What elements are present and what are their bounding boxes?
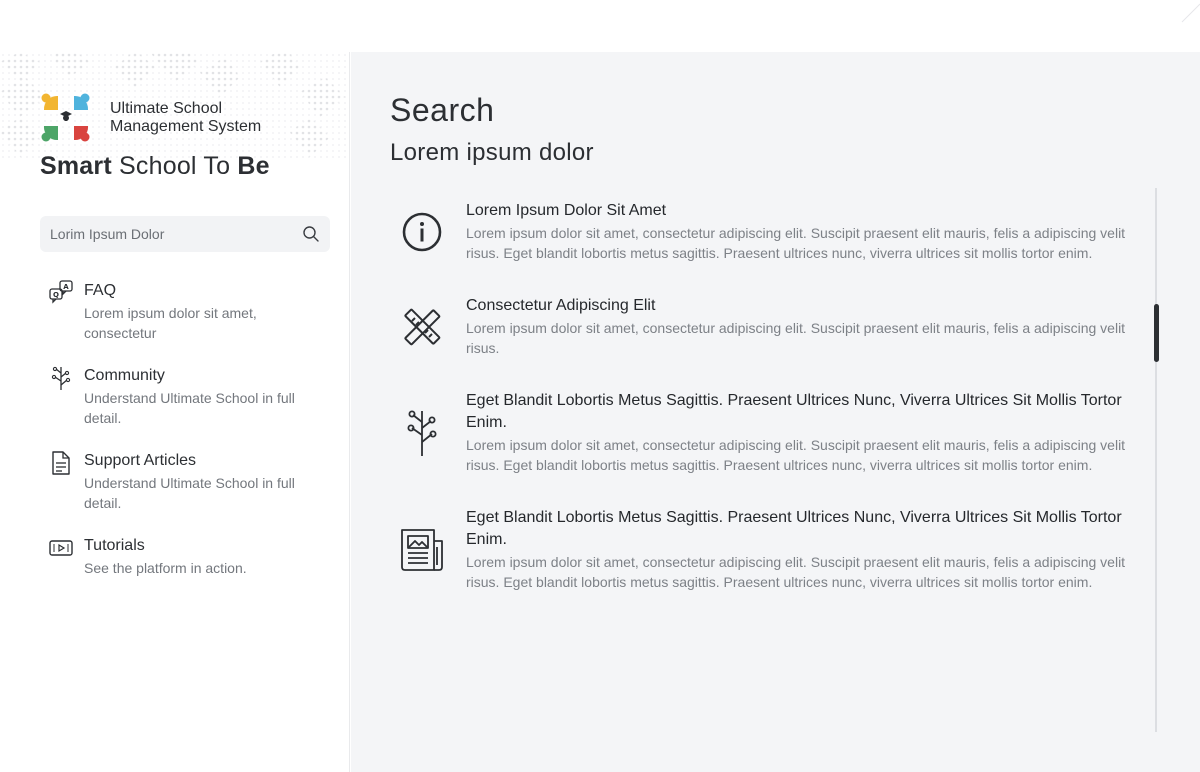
search-result[interactable]: Eget Blandit Lobortis Metus Sagittis. Pr… [390, 507, 1130, 592]
svg-text:Q: Q [53, 291, 59, 299]
search-result-title[interactable]: Consectetur Adipiscing Elit [466, 295, 1126, 317]
search-result[interactable]: Consectetur Adipiscing Elit Lorem ipsum … [390, 295, 1130, 358]
community-icon [51, 366, 71, 390]
sidebar-item-label: FAQ [84, 282, 117, 299]
sidebar-item-description: See the platform in action. [84, 560, 247, 576]
document-icon [52, 451, 70, 475]
search-result-title[interactable]: Lorem Ipsum Dolor Sit Amet [466, 200, 1126, 222]
scrollbar-thumb[interactable] [1154, 304, 1159, 362]
svg-text:A: A [63, 283, 69, 291]
design-tools-icon [404, 308, 441, 345]
sidebar-item-label: Tutorials [84, 537, 145, 554]
corner-decoration [1181, 3, 1200, 23]
sidebar-item-community[interactable]: Community Understand Ultimate School in … [48, 365, 328, 428]
info-icon [402, 212, 442, 251]
tagline: Smart School To Be [40, 152, 270, 181]
brand[interactable]: Ultimate School Management System [40, 92, 261, 144]
search-icon[interactable] [302, 225, 320, 243]
sidebar-nav: A Q FAQ Lorem ipsum dolor sit amet, cons… [48, 280, 328, 600]
sidebar-search [40, 216, 330, 252]
search-result-description: Lorem ipsum dolor sit amet, consectetur … [466, 225, 1126, 261]
brand-name: Ultimate School Management System [110, 100, 261, 136]
tagline-bold-2: Be [237, 152, 270, 180]
tagline-light: School To [119, 152, 231, 180]
search-result-title[interactable]: Eget Blandit Lobortis Metus Sagittis. Pr… [466, 507, 1126, 551]
top-bar [0, 0, 1200, 52]
ultimate-school-logo-icon [41, 93, 90, 142]
sidebar-item-label: Community [84, 367, 165, 384]
newspaper-icon [401, 528, 443, 571]
community-icon [407, 410, 437, 456]
search-result[interactable]: Eget Blandit Lobortis Metus Sagittis. Pr… [390, 390, 1130, 475]
video-icon [49, 540, 73, 556]
brand-name-line1: Ultimate School [110, 100, 223, 117]
brand-name-line2: Management System [110, 118, 262, 135]
search-result[interactable]: Lorem Ipsum Dolor Sit Amet Lorem ipsum d… [390, 200, 1130, 263]
search-input[interactable] [50, 226, 302, 242]
sidebar-item-description: Understand Ultimate School in full detai… [84, 475, 295, 511]
scrollbar-track[interactable] [1155, 188, 1157, 732]
tagline-bold-1: Smart [40, 152, 112, 180]
sidebar-item-label: Support Articles [84, 452, 197, 469]
page-subtitle: Lorem ipsum dolor [390, 139, 594, 166]
search-result-description: Lorem ipsum dolor sit amet, consectetur … [466, 437, 1126, 473]
sidebar-item-support-articles[interactable]: Support Articles Understand Ultimate Sch… [48, 450, 328, 513]
search-result-description: Lorem ipsum dolor sit amet, consectetur … [466, 554, 1126, 590]
sidebar-item-description: Understand Ultimate School in full detai… [84, 390, 295, 426]
search-results-list: Lorem Ipsum Dolor Sit Amet Lorem ipsum d… [390, 200, 1130, 592]
faq-icon: A Q [49, 280, 73, 304]
search-result-description: Lorem ipsum dolor sit amet, consectetur … [466, 320, 1126, 356]
sidebar: Ultimate School Management System Smart … [0, 52, 350, 772]
sidebar-item-description: Lorem ipsum dolor sit amet, consectetur [84, 305, 257, 341]
sidebar-item-faq[interactable]: A Q FAQ Lorem ipsum dolor sit amet, cons… [48, 280, 328, 343]
search-result-title[interactable]: Eget Blandit Lobortis Metus Sagittis. Pr… [466, 390, 1126, 434]
page-title: Search [390, 92, 495, 128]
search-panel: Search Lorem ipsum dolor Lorem Ipsum Dol… [351, 52, 1200, 772]
sidebar-item-tutorials[interactable]: Tutorials See the platform in action. [48, 535, 328, 578]
